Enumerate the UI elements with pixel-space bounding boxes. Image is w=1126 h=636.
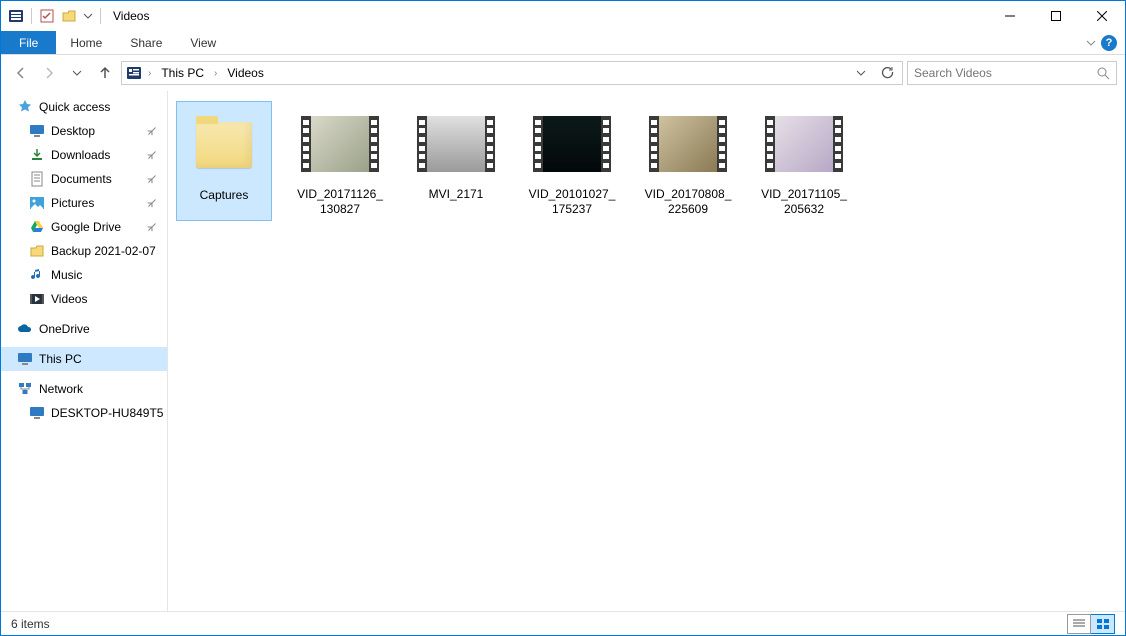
help-icon[interactable]: ?	[1101, 35, 1117, 51]
video-icon	[417, 116, 495, 172]
address-bar[interactable]: › This PC › Videos	[121, 61, 903, 85]
navigation-pane: Quick access DesktopDownloadsDocumentsPi…	[1, 91, 168, 611]
status-text: 6 items	[11, 617, 50, 631]
back-button[interactable]	[9, 61, 33, 85]
file-item[interactable]: VID_20101027_175237	[524, 101, 620, 221]
sidebar-onedrive[interactable]: OneDrive	[1, 317, 167, 341]
cloud-icon	[17, 321, 33, 337]
sidebar-item-pictures[interactable]: Pictures	[1, 191, 167, 215]
up-button[interactable]	[93, 61, 117, 85]
close-button[interactable]	[1079, 1, 1125, 31]
star-icon	[17, 99, 33, 115]
search-icon[interactable]	[1096, 66, 1110, 80]
item-icon	[29, 243, 45, 259]
status-bar: 6 items	[1, 611, 1125, 635]
address-icon	[126, 65, 142, 81]
sidebar-item-videos[interactable]: Videos	[1, 287, 167, 311]
pin-icon	[147, 198, 157, 208]
sidebar-item-backup-2021-02-07[interactable]: Backup 2021-02-07	[1, 239, 167, 263]
sidebar-item-desktop[interactable]: Desktop	[1, 119, 167, 143]
item-icon	[29, 195, 45, 211]
qat-properties-icon[interactable]	[38, 7, 56, 25]
sidebar-this-pc[interactable]: This PC	[1, 347, 167, 371]
item-icon	[29, 267, 45, 283]
video-icon	[533, 116, 611, 172]
sidebar-item-documents[interactable]: Documents	[1, 167, 167, 191]
network-icon	[17, 381, 33, 397]
pin-icon	[147, 174, 157, 184]
qat-dropdown-icon[interactable]	[82, 7, 94, 25]
item-label: VID_20171126_130827	[296, 187, 384, 217]
file-item[interactable]: VID_20170808_225609	[640, 101, 736, 221]
search-input[interactable]	[914, 66, 1096, 80]
maximize-button[interactable]	[1033, 1, 1079, 31]
tab-file[interactable]: File	[1, 31, 56, 54]
item-label: Captures	[200, 188, 249, 203]
recent-dropdown[interactable]	[65, 61, 89, 85]
nav-bar: › This PC › Videos	[1, 55, 1125, 91]
breadcrumb-videos[interactable]: Videos	[223, 66, 267, 80]
file-item[interactable]: Captures	[176, 101, 272, 221]
item-icon	[29, 171, 45, 187]
search-box[interactable]	[907, 61, 1117, 85]
pin-icon	[147, 126, 157, 136]
pin-icon	[147, 222, 157, 232]
monitor-icon	[17, 351, 33, 367]
pin-icon	[147, 150, 157, 160]
ribbon-collapse-icon[interactable]	[1085, 37, 1097, 49]
sidebar-network[interactable]: Network	[1, 377, 167, 401]
video-icon	[649, 116, 727, 172]
refresh-button[interactable]	[876, 62, 898, 84]
video-icon	[765, 116, 843, 172]
sidebar-quick-access[interactable]: Quick access	[1, 95, 167, 119]
ribbon-tabs: File Home Share View ?	[1, 31, 1125, 55]
sidebar-item-google-drive[interactable]: Google Drive	[1, 215, 167, 239]
qat-folder-icon[interactable]	[60, 7, 78, 25]
item-icon	[29, 147, 45, 163]
chevron-right-icon[interactable]: ›	[148, 68, 151, 79]
content-pane[interactable]: Captures VID_20171126_130827 MVI_2171 VID_2…	[168, 91, 1125, 611]
breadcrumb-this-pc[interactable]: This PC	[157, 66, 208, 80]
chevron-right-icon[interactable]: ›	[214, 68, 217, 79]
video-icon	[301, 116, 379, 172]
file-item[interactable]: VID_20171105_205632	[756, 101, 852, 221]
tab-share[interactable]: Share	[116, 31, 176, 54]
item-icon	[29, 219, 45, 235]
sidebar-item-music[interactable]: Music	[1, 263, 167, 287]
item-icon	[29, 123, 45, 139]
file-item[interactable]: VID_20171126_130827	[292, 101, 388, 221]
item-icon	[29, 291, 45, 307]
sidebar-item-downloads[interactable]: Downloads	[1, 143, 167, 167]
monitor-icon	[29, 405, 45, 421]
tab-home[interactable]: Home	[56, 31, 116, 54]
app-icon	[7, 7, 25, 25]
tab-view[interactable]: View	[176, 31, 230, 54]
view-details-button[interactable]	[1067, 614, 1091, 634]
window-title: Videos	[113, 9, 149, 23]
minimize-button[interactable]	[987, 1, 1033, 31]
forward-button[interactable]	[37, 61, 61, 85]
address-dropdown[interactable]	[850, 62, 872, 84]
file-item[interactable]: MVI_2171	[408, 101, 504, 221]
folder-icon	[196, 122, 252, 168]
item-label: MVI_2171	[429, 187, 484, 202]
item-label: VID_20171105_205632	[760, 187, 848, 217]
item-label: VID_20170808_225609	[644, 187, 732, 217]
title-bar: Videos	[1, 1, 1125, 31]
view-thumbnails-button[interactable]	[1091, 614, 1115, 634]
item-label: VID_20101027_175237	[528, 187, 616, 217]
sidebar-network-pc[interactable]: DESKTOP-HU849T5	[1, 401, 167, 425]
